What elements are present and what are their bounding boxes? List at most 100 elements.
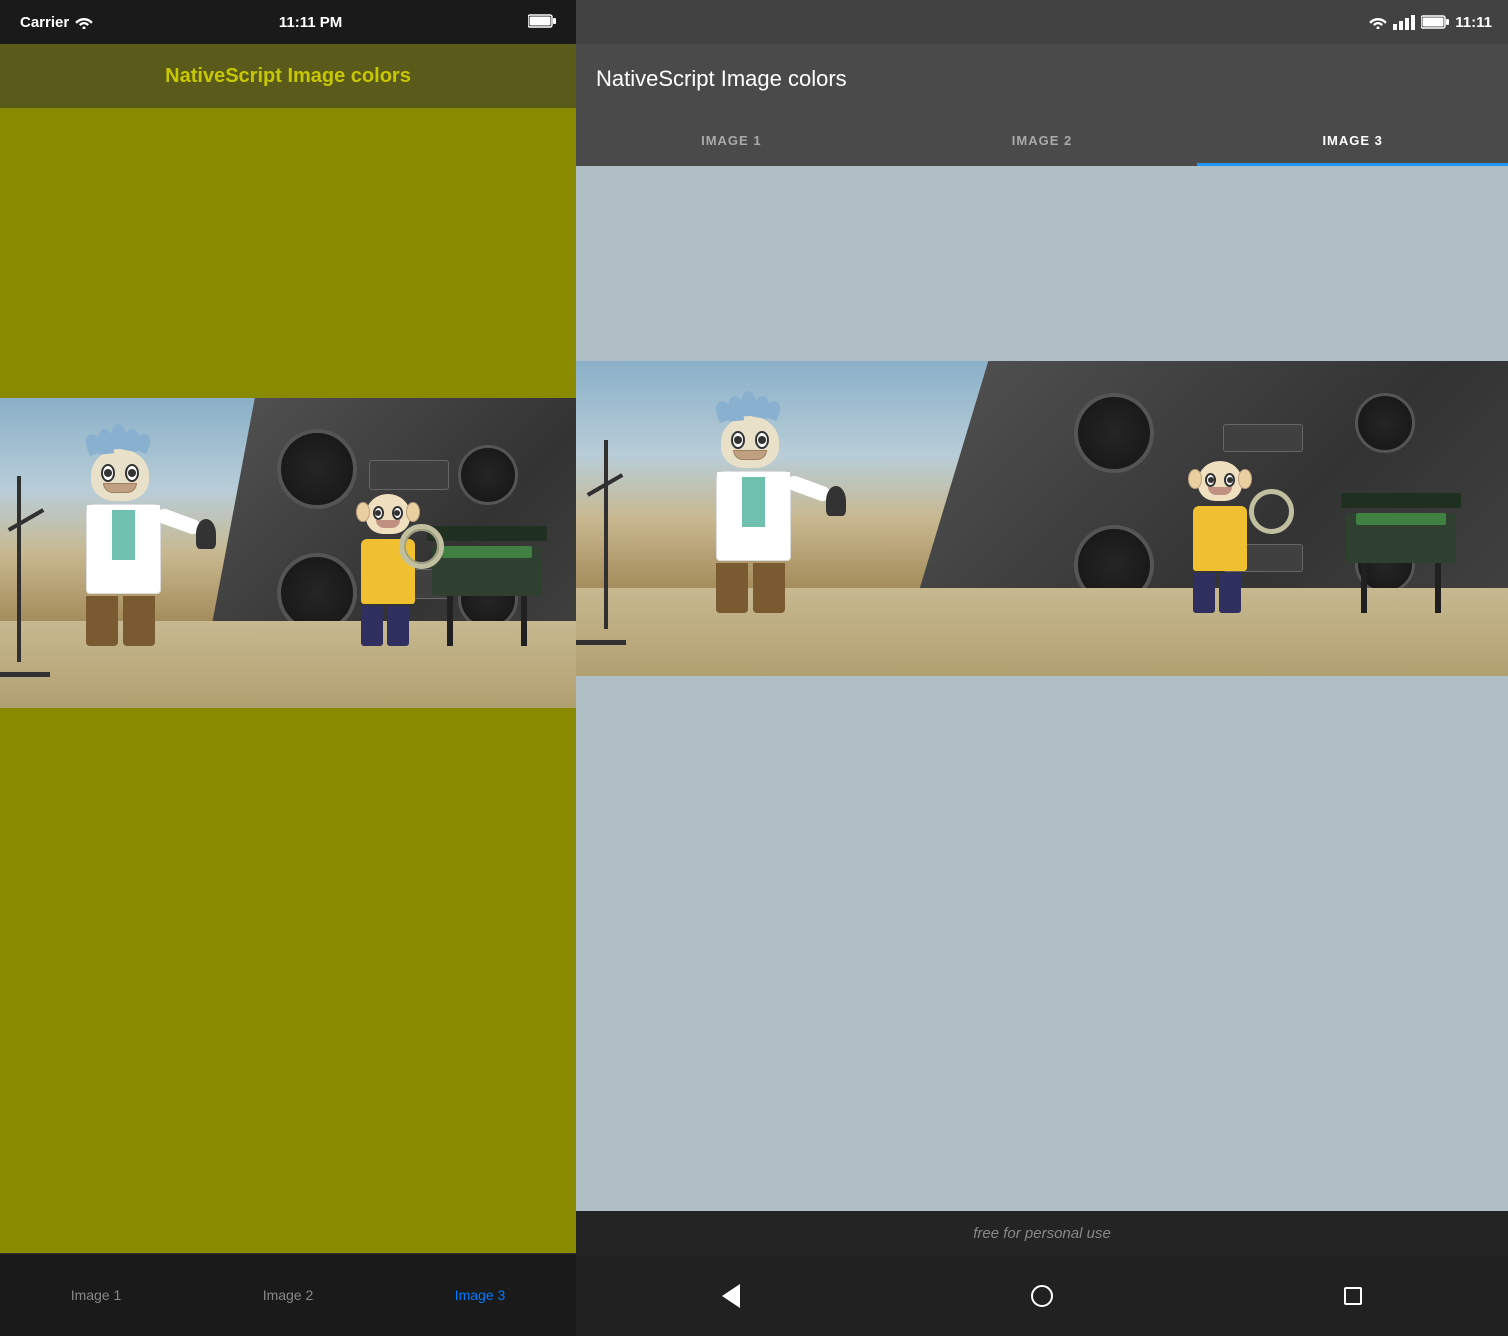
mic-stand-pole: [17, 476, 21, 662]
android-morty-leye: [1205, 473, 1216, 487]
ios-tab3-label: Image 3: [455, 1287, 506, 1303]
rick-coat: [86, 504, 161, 594]
android-rick-leye: [731, 431, 745, 449]
android-lapel-l: [717, 472, 742, 532]
android-rick-reye: [755, 431, 769, 449]
ios-tab-image3[interactable]: Image 3: [455, 1277, 506, 1303]
android-header: NativeScript Image colors: [576, 44, 1508, 114]
android-morty-earl: [1188, 469, 1202, 489]
ios-carrier-label: Carrier: [20, 14, 69, 31]
android-tab3-label: IMAGE 3: [1322, 133, 1382, 148]
android-morty-ll: [1193, 573, 1215, 613]
leg-right: [521, 596, 527, 646]
android-wifi-icon: [1369, 15, 1387, 29]
ios-content: [0, 108, 576, 1253]
mic-stand-base: [0, 672, 50, 677]
panel-1: [369, 460, 449, 490]
rick-right-eye: [125, 464, 139, 482]
android-rick-rl: [753, 563, 785, 613]
android-rick-mouth: [733, 450, 767, 460]
ios-carrier-wifi: Carrier: [20, 14, 93, 31]
android-mic: [826, 486, 846, 516]
android-panel-1: [1223, 424, 1303, 452]
android-rick-ll: [716, 563, 748, 613]
ios-image-top-area: [0, 108, 576, 398]
watermark-text: free for personal use: [973, 1225, 1111, 1242]
speaker-right-top: [458, 445, 518, 505]
android-time: 11:11: [1455, 14, 1492, 31]
keyboard-stand: [427, 526, 547, 646]
android-tab-image1[interactable]: IMAGE 1: [576, 114, 887, 166]
morty-leg-left: [361, 606, 383, 646]
android-speaker-rt: [1355, 393, 1415, 453]
morty-left-pupil: [375, 510, 381, 516]
rick-character: [86, 504, 161, 646]
android-content: [576, 166, 1508, 1211]
ios-tab-bar: Image 1 Image 2 Image 3: [0, 1253, 576, 1336]
android-title: NativeScript Image colors: [596, 66, 847, 92]
ios-tab-image2[interactable]: Image 2: [263, 1277, 314, 1303]
ios-panel: Carrier 11:11 PM NativeScript Image colo…: [0, 0, 576, 1336]
android-keyboard-stand: [1341, 493, 1461, 613]
keyboard-top: [427, 526, 547, 541]
rick-leg-right: [123, 596, 155, 646]
android-speaker-top: [1074, 393, 1154, 473]
android-morty-lpupil: [1208, 477, 1214, 483]
android-morty-rpupil: [1227, 477, 1233, 483]
android-mic-base: [576, 640, 626, 645]
android-leg-r: [1435, 563, 1441, 613]
android-morty-head: [1198, 461, 1242, 501]
android-rick-rpupil: [758, 436, 766, 444]
android-rick-lpupil: [734, 436, 742, 444]
mic-stand-arm: [7, 508, 44, 531]
android-image-scene: [576, 361, 1508, 676]
android-morty-body: [1193, 506, 1247, 571]
rick-left-eye: [101, 464, 115, 482]
ios-time: 11:11 PM: [279, 14, 342, 31]
morty-right-pupil: [394, 510, 400, 516]
android-morty-mouth: [1208, 487, 1232, 495]
speaker-top: [277, 429, 357, 509]
morty-head: [366, 494, 410, 534]
android-morty-reye: [1224, 473, 1235, 487]
android-panel: 11:11 NativeScript Image colors IMAGE 1 …: [576, 0, 1508, 1336]
android-rick-legs: [716, 563, 791, 613]
ios-battery: [528, 14, 556, 31]
microphone: [196, 519, 216, 549]
keyboard-legs: [427, 596, 547, 646]
rick-right-pupil: [128, 469, 136, 477]
android-morty-earr: [1238, 469, 1252, 489]
android-tab-image2[interactable]: IMAGE 2: [887, 114, 1198, 166]
rick-legs: [86, 596, 161, 646]
rick-head: [91, 449, 149, 501]
battery-icon: [528, 14, 556, 28]
android-morty-legs: [1193, 573, 1247, 613]
wifi-icon: [75, 15, 93, 29]
morty-ear-right: [406, 502, 420, 522]
android-nav-bar: [576, 1256, 1508, 1336]
ios-image-bottom-area: [0, 708, 576, 1253]
android-mic-pole: [604, 440, 608, 629]
android-signal-icon: [1393, 15, 1415, 30]
ios-tab-image1[interactable]: Image 1: [71, 1277, 122, 1303]
ios-header: NativeScript Image colors: [0, 44, 576, 108]
android-back-button[interactable]: [709, 1274, 753, 1318]
android-status-icons: 11:11: [1369, 14, 1492, 31]
home-icon: [1031, 1285, 1053, 1307]
android-recents-button[interactable]: [1331, 1274, 1375, 1318]
back-icon: [722, 1284, 740, 1308]
rick-hair: [86, 429, 156, 454]
leg-left: [447, 596, 453, 646]
rick-leg-left: [86, 596, 118, 646]
android-battery-icon: [1421, 15, 1449, 29]
morty-legs: [361, 606, 415, 646]
android-home-button[interactable]: [1020, 1274, 1064, 1318]
android-tab-image3[interactable]: IMAGE 3: [1197, 114, 1508, 166]
android-status-bar: 11:11: [576, 0, 1508, 44]
android-tambourine: [1249, 489, 1294, 534]
android-tab-bar: IMAGE 1 IMAGE 2 IMAGE 3: [576, 114, 1508, 166]
android-rick-hair: [716, 396, 786, 421]
morty-left-eye: [373, 506, 384, 520]
rick-left-pupil: [104, 469, 112, 477]
ios-title: NativeScript Image colors: [165, 65, 411, 88]
